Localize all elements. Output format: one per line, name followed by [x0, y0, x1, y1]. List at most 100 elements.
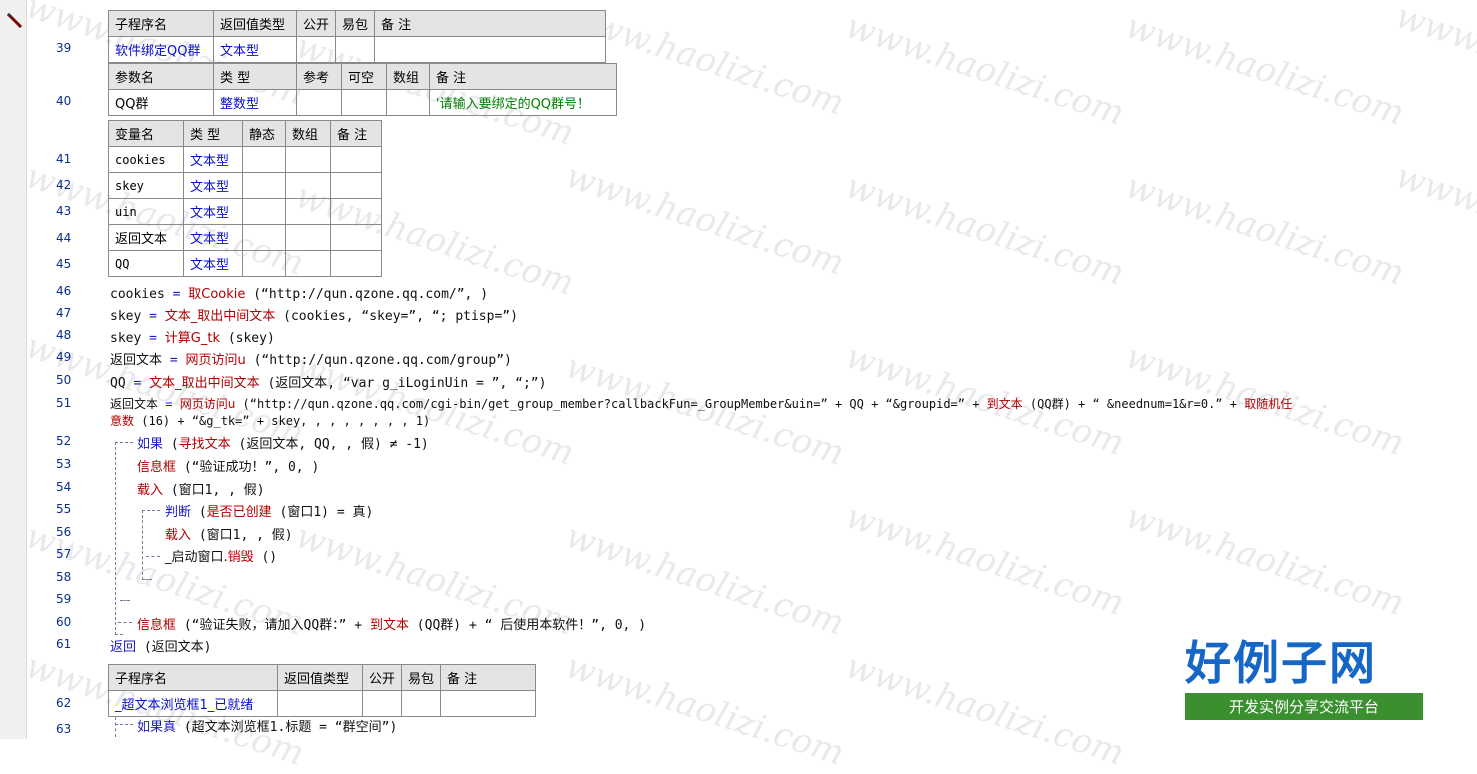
param-name-cell[interactable]: QQ群 [108, 89, 214, 116]
code-token: (窗口1, , 假) [163, 483, 265, 498]
watermark: www.haolizi.com [560, 646, 849, 774]
array-cell[interactable] [285, 224, 331, 251]
line-number: 52 [56, 434, 72, 448]
code-line-46[interactable]: cookies = 取Cookie (“http://qun.qzone.qq.… [110, 283, 488, 302]
line-number: 48 [56, 328, 72, 342]
static-cell[interactable] [242, 224, 286, 251]
line-number: 46 [56, 284, 72, 298]
code-line-54[interactable]: 载入 (窗口1, , 假) [137, 479, 265, 498]
static-cell[interactable] [242, 146, 286, 173]
static-cell[interactable] [242, 172, 286, 199]
remark-cell[interactable] [330, 198, 382, 225]
array-cell[interactable] [285, 198, 331, 225]
variable-type-cell[interactable]: 文本型 [183, 250, 243, 277]
header-cell: 可空 [341, 63, 387, 90]
reference-cell[interactable] [296, 89, 342, 116]
code-line-60[interactable]: 信息框 (“验证失败，请加入QQ群：” + 到文本 (QQ群) + “ 后使用本… [137, 614, 646, 633]
array-cell[interactable] [386, 89, 430, 116]
code-line-56[interactable]: 载入 (窗口1, , 假) [165, 524, 293, 543]
code-token: = [125, 376, 150, 391]
code-token: (返回文本) [136, 640, 212, 655]
subroutine-name-cell[interactable]: 软件绑定QQ群 [108, 36, 214, 63]
code-line-61[interactable]: 返回 (返回文本) [110, 636, 212, 655]
return-type-cell[interactable] [277, 690, 363, 717]
subroutine-name-cell[interactable]: _超文本浏览框1_已就绪 [108, 690, 278, 717]
code-token: (skey) [220, 331, 275, 346]
flow-line [115, 717, 116, 737]
remark-cell[interactable] [330, 172, 382, 199]
code-line-52[interactable]: 如果 (寻找文本 (返回文本, QQ, , 假) ≠ -1) [137, 433, 429, 452]
variable-type-cell[interactable]: 文本型 [183, 198, 243, 225]
line-number: 39 [56, 41, 72, 55]
remark-cell[interactable]: '请输入要绑定的QQ群号！ [429, 89, 617, 116]
remark-cell[interactable] [330, 146, 382, 173]
line-number: 40 [56, 94, 72, 108]
line-number: 47 [56, 306, 72, 320]
public-cell[interactable] [295, 36, 337, 63]
remark-cell[interactable] [330, 224, 382, 251]
variable-name-cell[interactable]: skey [108, 172, 184, 199]
param-type-cell[interactable]: 整数型 [213, 89, 297, 116]
easy-pack-cell[interactable] [335, 36, 376, 63]
public-cell[interactable] [361, 690, 403, 717]
variable-name-cell[interactable]: cookies [108, 146, 184, 173]
header-cell: 易包 [335, 10, 376, 37]
code-line-47[interactable]: skey = 文本_取出中间文本 (cookies, “skey=”, “; p… [110, 305, 518, 324]
variable-type-cell[interactable]: 文本型 [183, 224, 243, 251]
watermark: www.haolizi.com [1120, 6, 1409, 134]
line-number: 54 [56, 480, 72, 494]
code-token: = [162, 353, 186, 368]
code-token: 取Cookie [188, 287, 246, 302]
code-line-53[interactable]: 信息框 (“验证成功！”, 0, ) [137, 456, 319, 475]
code-line-51-wrap[interactable]: 意数 (16) + “&g_tk=” + skey, , , , , , , ,… [110, 412, 430, 429]
code-line-50[interactable]: QQ = 文本_取出中间文本 (返回文本, “var g_iLoginUin =… [110, 372, 546, 391]
header-cell: 数组 [285, 120, 331, 147]
code-line-48[interactable]: skey = 计算G_tk (skey) [110, 327, 275, 346]
remark-cell[interactable] [374, 36, 607, 63]
code-token: 寻找文本 [178, 437, 231, 452]
static-cell[interactable] [242, 198, 286, 225]
variable-name-cell[interactable]: QQ [108, 250, 184, 277]
easy-pack-cell[interactable] [401, 690, 442, 717]
code-token: skey [110, 331, 142, 346]
code-token: = [141, 309, 165, 324]
header-cell: 参数名 [108, 63, 214, 90]
variable-type-cell[interactable]: 文本型 [183, 172, 243, 199]
code-line-51[interactable]: 返回文本 = 网页访问u (“http://qun.qzone.qq.com/c… [110, 395, 1292, 412]
array-cell[interactable] [285, 172, 331, 199]
code-token: 网页访问u [185, 353, 246, 368]
table-row: skey 文本型 [108, 172, 382, 199]
line-number: 58 [56, 570, 72, 584]
array-cell[interactable] [285, 250, 331, 277]
subroutine-table: 子程序名 返回值类型 公开 易包 备 注 软件绑定QQ群 文本型 [108, 10, 607, 63]
line-number: 63 [56, 722, 72, 736]
header-cell: 子程序名 [108, 10, 214, 37]
line-number: 57 [56, 547, 72, 561]
remark-cell[interactable] [330, 250, 382, 277]
code-token: (“http://qun.qzone.qq.com/cgi-bin/get_gr… [235, 397, 987, 411]
variable-name-cell[interactable]: uin [108, 198, 184, 225]
code-token: 返回文本 [110, 353, 163, 368]
flow-line [115, 442, 133, 443]
flow-line [146, 556, 160, 557]
watermark: www.haolizi.com [840, 496, 1129, 624]
remark-cell[interactable] [440, 690, 537, 717]
static-cell[interactable] [242, 250, 286, 277]
nullable-cell[interactable] [341, 89, 387, 116]
code-line-55[interactable]: 判断 (是否已创建 (窗口1) = 真) [165, 501, 373, 520]
header-cell: 类 型 [183, 120, 243, 147]
code-line-63[interactable]: 如果真 (超文本浏览框1.标题 = “群空间”) [137, 716, 397, 735]
watermark: www.haolizi.com [840, 166, 1129, 294]
editor-gutter [0, 0, 27, 739]
variable-name-cell[interactable]: 返回文本 [108, 224, 184, 251]
line-number: 62 [56, 696, 72, 710]
line-number: 42 [56, 178, 72, 192]
line-number: 60 [56, 615, 72, 629]
code-token: 取随机任 [1244, 397, 1293, 411]
header-cell: 易包 [401, 664, 442, 691]
array-cell[interactable] [285, 146, 331, 173]
code-line-57[interactable]: _启动窗口.销毁 () [165, 546, 277, 565]
variable-type-cell[interactable]: 文本型 [183, 146, 243, 173]
code-line-49[interactable]: 返回文本 = 网页访问u (“http://qun.qzone.qq.com/g… [110, 349, 512, 368]
return-type-cell[interactable]: 文本型 [213, 36, 297, 63]
